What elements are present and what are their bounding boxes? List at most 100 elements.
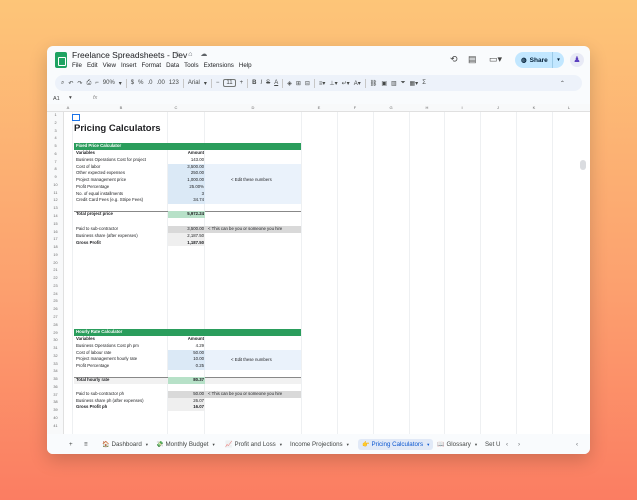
insert-comment-icon[interactable]: ▣ <box>381 80 387 87</box>
text-rotate-icon[interactable]: A▾ <box>354 80 361 87</box>
merge-cells-icon[interactable]: ⊟ <box>305 80 310 87</box>
column-header[interactable]: B <box>120 105 123 110</box>
fixed-total-value[interactable]: 5,972.24 <box>168 211 204 218</box>
filter-views-icon[interactable]: ▦▾ <box>410 80 419 87</box>
align-vertical-icon[interactable]: ⊥▾ <box>329 80 337 87</box>
bold-button[interactable]: B <box>252 80 256 86</box>
variable-value[interactable]: 250.00 <box>168 170 204 177</box>
row-header[interactable]: 20 <box>47 261 64 265</box>
row-header[interactable]: 32 <box>47 354 64 358</box>
chevron-down-icon[interactable]: ▾ <box>69 95 72 101</box>
currency-button[interactable]: $ <box>131 80 134 86</box>
chevron-down-icon[interactable]: ▾ <box>475 442 477 448</box>
row-header[interactable]: 28 <box>47 323 64 327</box>
italic-button[interactable]: I <box>261 80 263 86</box>
menu-file[interactable]: File <box>72 62 82 69</box>
font-size-increase-icon[interactable]: + <box>240 80 244 86</box>
tab-dashboard[interactable]: 🏠 Dashboard ▾ <box>102 439 148 450</box>
column-header[interactable]: D <box>252 105 255 110</box>
row-header[interactable]: 26 <box>47 307 64 311</box>
row-header[interactable]: 25 <box>47 299 64 303</box>
row-header[interactable]: 13 <box>47 206 64 210</box>
insert-chart-icon[interactable]: ▥ <box>391 80 397 87</box>
row-header[interactable]: 10 <box>47 183 64 187</box>
variable-value[interactable]: 50.00 <box>168 350 204 357</box>
variable-value[interactable]: 4.29 <box>168 343 204 350</box>
column-header[interactable]: I <box>461 105 462 110</box>
functions-button[interactable]: Σ <box>422 80 426 86</box>
scroll-tabs-left-icon[interactable]: ‹ <box>506 439 508 450</box>
row-header[interactable]: 1 <box>47 113 64 117</box>
insert-link-icon[interactable]: ⛓ <box>370 80 378 87</box>
menu-tools[interactable]: Tools <box>184 62 198 69</box>
paint-format-icon[interactable]: ⌐ <box>95 80 99 86</box>
row-header[interactable]: 4 <box>47 136 64 140</box>
column-header[interactable]: F <box>354 105 356 110</box>
chevron-down-icon[interactable]: ▾ <box>427 442 429 448</box>
row-header[interactable]: 9 <box>47 175 64 179</box>
share-button[interactable]: ◍ Share ▾ <box>515 52 564 68</box>
undo-icon[interactable]: ↶ <box>68 80 73 87</box>
star-move-cloud-icons[interactable]: ☆ ⌂ ☁ <box>174 50 210 58</box>
row-header[interactable]: 31 <box>47 346 64 350</box>
row-header[interactable]: 5 <box>47 144 64 148</box>
row-header[interactable]: 40 <box>47 416 64 420</box>
variable-value[interactable]: 34.74 <box>168 197 204 204</box>
menu-extensions[interactable]: Extensions <box>204 62 234 69</box>
row-header[interactable]: 24 <box>47 292 64 296</box>
column-header[interactable]: C <box>175 105 178 110</box>
variable-value[interactable]: 143.00 <box>168 157 204 164</box>
font-select[interactable]: Arial <box>188 80 200 86</box>
vertical-scrollbar[interactable] <box>580 160 586 170</box>
row-header[interactable]: 36 <box>47 385 64 389</box>
column-header[interactable]: G <box>389 105 392 110</box>
row-header[interactable]: 38 <box>47 400 64 404</box>
all-sheets-icon[interactable]: ≡ <box>84 439 88 450</box>
tab-set-up[interactable]: Set U <box>485 439 500 450</box>
row-header[interactable]: 2 <box>47 121 64 125</box>
tab-income-projections[interactable]: Income Projections ▾ <box>290 439 349 450</box>
decrease-decimal-button[interactable]: .0 <box>147 80 152 86</box>
strikethrough-button[interactable]: S <box>266 80 270 86</box>
font-size-input[interactable]: 11 <box>223 79 236 87</box>
column-header[interactable]: J <box>497 105 499 110</box>
search-icon[interactable]: ⌕ <box>61 80 64 87</box>
column-header[interactable]: K <box>533 105 536 110</box>
sheets-logo-icon[interactable] <box>55 52 67 68</box>
zoom-select[interactable]: 90% <box>103 80 115 86</box>
borders-icon[interactable]: ⊞ <box>296 80 301 87</box>
align-horizontal-icon[interactable]: ≡▾ <box>319 80 326 87</box>
row-header[interactable]: 34 <box>47 369 64 373</box>
row-header[interactable]: 3 <box>47 129 64 133</box>
name-box[interactable]: A1 <box>53 96 60 102</box>
variable-value[interactable]: 25.00% <box>168 184 204 191</box>
document-title[interactable]: Freelance Spreadsheets - Dev <box>72 50 187 60</box>
fixed-gross-value[interactable]: 1,187.50 <box>168 240 204 247</box>
row-header[interactable]: 27 <box>47 315 64 319</box>
chevron-down-icon[interactable]: ▾ <box>212 442 214 448</box>
increase-decimal-button[interactable]: .00 <box>157 80 165 86</box>
history-icon[interactable]: ⟲ <box>450 54 458 65</box>
row-header[interactable]: 6 <box>47 152 64 156</box>
row-header[interactable]: 22 <box>47 276 64 280</box>
percent-button[interactable]: % <box>138 80 143 86</box>
hourly-total-value[interactable]: 80.37 <box>168 377 204 384</box>
chevron-down-icon[interactable]: ▾ <box>204 80 207 87</box>
selected-cell[interactable] <box>72 114 80 121</box>
hourly-gross-value[interactable]: 16.07 <box>168 404 204 411</box>
column-header[interactable]: L <box>568 105 570 110</box>
variable-value[interactable]: 3,500.00 <box>168 164 204 171</box>
text-wrap-icon[interactable]: ↵▾ <box>342 80 350 87</box>
row-header[interactable]: 16 <box>47 230 64 234</box>
row-header[interactable]: 30 <box>47 338 64 342</box>
row-header[interactable]: 41 <box>47 424 64 428</box>
menu-data[interactable]: Data <box>166 62 179 69</box>
fixed-share-value[interactable]: 2,187.50 <box>168 233 204 240</box>
column-header[interactable]: H <box>426 105 429 110</box>
spreadsheet-grid[interactable]: A B C D E F G H I J K L 1 2 3 4 5 6 7 8 9 10 11 12 1… <box>47 104 590 434</box>
row-header[interactable]: 15 <box>47 222 64 226</box>
comments-icon[interactable]: ▤ <box>468 54 477 65</box>
row-header[interactable]: 17 <box>47 237 64 241</box>
row-header[interactable]: 8 <box>47 167 64 171</box>
hourly-sub-value[interactable]: 50.00 <box>168 391 204 398</box>
